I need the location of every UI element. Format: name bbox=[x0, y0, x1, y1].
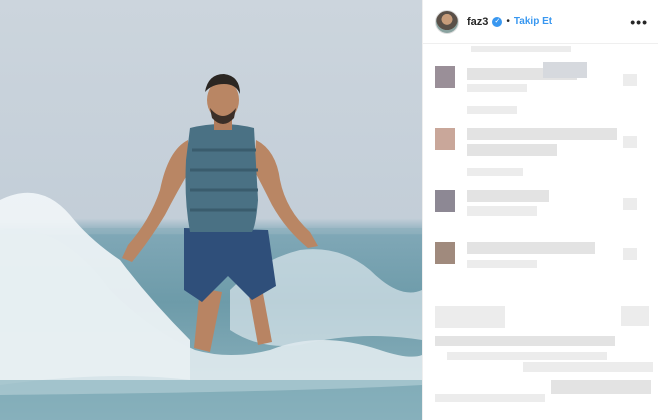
username-link[interactable]: faz3 bbox=[467, 16, 488, 28]
comment-avatar bbox=[435, 128, 455, 150]
more-options-icon[interactable]: ••• bbox=[630, 14, 648, 30]
comment-avatar bbox=[435, 190, 455, 212]
comment-avatar bbox=[435, 242, 455, 264]
separator-dot: • bbox=[506, 16, 510, 27]
pixelated-comments bbox=[423, 44, 658, 420]
post-photo bbox=[0, 0, 422, 420]
avatar[interactable] bbox=[435, 9, 459, 34]
comment-avatar bbox=[435, 66, 455, 88]
post-header: faz3 ✓ • Takip Et ••• bbox=[423, 0, 658, 44]
post-sidebar: faz3 ✓ • Takip Et ••• bbox=[422, 0, 658, 420]
post-photo-illustration bbox=[0, 74, 422, 420]
follow-button[interactable]: Takip Et bbox=[514, 16, 552, 27]
verified-badge-icon: ✓ bbox=[492, 16, 503, 27]
